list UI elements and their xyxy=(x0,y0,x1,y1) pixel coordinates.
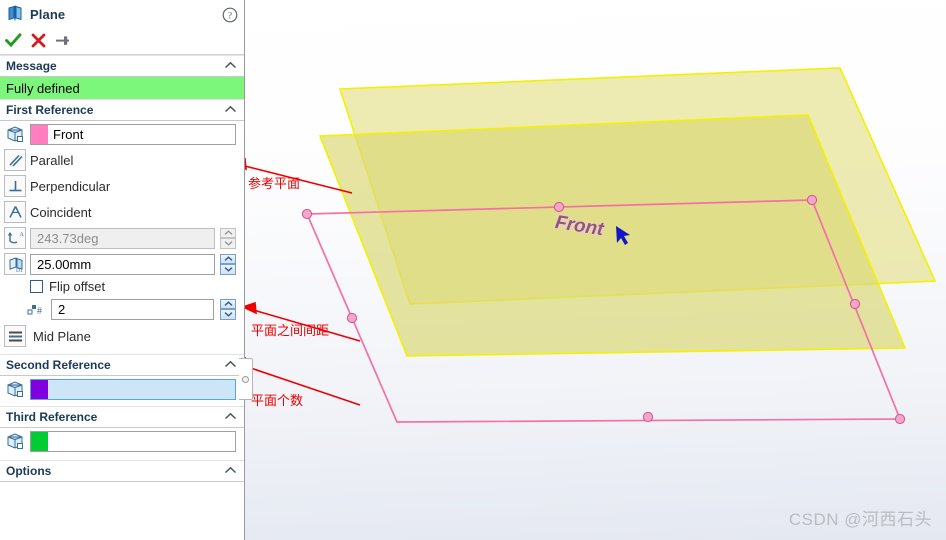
plane-count-input[interactable]: 2 xyxy=(51,298,214,320)
help-icon[interactable]: ? xyxy=(222,7,238,23)
first-reference-color-swatch xyxy=(31,124,48,144)
graphics-viewport[interactable]: Front CSDN @河西石头 xyxy=(245,0,946,540)
splitter-dot-icon xyxy=(242,375,249,383)
first-reference-select[interactable]: Front xyxy=(30,123,236,145)
angle-stepper-up[interactable] xyxy=(220,227,236,238)
angle-row: A 243.73deg xyxy=(0,225,244,251)
plane-count-stepper[interactable] xyxy=(220,298,236,320)
parallel-icon[interactable] xyxy=(4,149,26,171)
number-of-planes-icon: # xyxy=(26,298,46,320)
second-reference-select[interactable] xyxy=(30,378,236,400)
angle-icon: A xyxy=(4,227,26,249)
offset-plane-lower[interactable] xyxy=(318,114,907,357)
svg-text:A: A xyxy=(19,232,24,238)
offset-distance-icon: D1 xyxy=(4,253,26,275)
constraint-label-perpendicular: Perpendicular xyxy=(30,178,111,194)
section-title-first-reference: First Reference xyxy=(6,103,94,117)
flip-offset-checkbox[interactable] xyxy=(30,280,43,293)
section-title-third-reference: Third Reference xyxy=(6,410,98,424)
panel-splitter-handle[interactable] xyxy=(239,358,253,400)
plane-icon xyxy=(7,5,23,24)
svg-text:D1: D1 xyxy=(16,268,23,273)
svg-text:#: # xyxy=(37,306,42,317)
section-title-options: Options xyxy=(6,464,52,478)
property-manager-panel: Plane ? Message Fully defined First Refe… xyxy=(0,0,245,540)
svg-text:?: ? xyxy=(228,11,232,21)
third-reference-color-swatch xyxy=(31,431,48,451)
angle-input[interactable]: 243.73deg xyxy=(30,227,215,249)
constraint-row-coincident[interactable]: Coincident xyxy=(0,199,244,225)
annotation-plane-spacing: 平面之间间距 xyxy=(251,324,330,339)
annotation-arrows xyxy=(245,157,361,406)
mid-plane-row[interactable]: Mid Plane xyxy=(0,322,244,350)
third-reference-selection-row xyxy=(0,428,244,454)
offset-stepper-down[interactable] xyxy=(220,264,236,275)
constraint-label-parallel: Parallel xyxy=(30,152,74,168)
status-badge: Fully defined xyxy=(0,77,244,99)
annotation-reference-plane: 参考平面 xyxy=(248,177,301,192)
solidworks-plane-screen: Front CSDN @河西石头 参考平面 平面之间间距 平面个数 Plane … xyxy=(0,0,946,540)
constraint-row-perpendicular[interactable]: Perpendicular xyxy=(0,173,244,199)
plane-count-stepper-down[interactable] xyxy=(220,309,236,320)
section-header-third-reference[interactable]: Third Reference xyxy=(0,406,244,428)
perpendicular-icon[interactable] xyxy=(4,175,26,197)
pushpin-icon[interactable] xyxy=(55,33,72,51)
mid-plane-icon[interactable] xyxy=(4,325,26,347)
chevron-up-icon[interactable] xyxy=(224,410,237,424)
section-title-message: Message xyxy=(6,59,57,73)
plane-reference-icon xyxy=(4,378,26,400)
chevron-up-icon[interactable] xyxy=(224,103,237,117)
mid-plane-label: Mid Plane xyxy=(33,328,91,344)
first-reference-value: Front xyxy=(53,126,84,142)
section-header-second-reference[interactable]: Second Reference xyxy=(0,354,244,376)
panel-title-bar: Plane ? xyxy=(0,0,244,29)
second-reference-selection-row xyxy=(0,376,244,402)
flip-offset-label: Flip offset xyxy=(49,279,106,294)
viewport-canvas xyxy=(245,67,937,425)
section-title-second-reference: Second Reference xyxy=(6,358,111,372)
csdn-watermark: CSDN @河西石头 xyxy=(788,510,932,529)
annotation-plane-count: 平面个数 xyxy=(251,394,304,409)
offset-distance-input[interactable]: 25.00mm xyxy=(30,253,215,275)
page-title: Plane xyxy=(30,7,66,22)
green-check-icon[interactable] xyxy=(5,32,22,51)
chevron-up-icon[interactable] xyxy=(224,59,237,73)
plane-reference-icon xyxy=(4,123,26,145)
plane-count-stepper-up[interactable] xyxy=(220,298,236,309)
third-reference-select[interactable] xyxy=(30,430,236,452)
section-header-options[interactable]: Options xyxy=(0,460,244,482)
chevron-up-icon[interactable] xyxy=(224,464,237,478)
section-header-first-reference[interactable]: First Reference xyxy=(0,99,244,121)
angle-stepper[interactable] xyxy=(220,227,236,249)
offset-distance-row: D1 25.00mm xyxy=(0,251,244,277)
chevron-up-icon[interactable] xyxy=(224,358,237,372)
plane-count-row: # 2 xyxy=(0,296,244,322)
constraint-label-coincident: Coincident xyxy=(30,204,92,220)
plane-reference-icon xyxy=(4,430,26,452)
offset-stepper-up[interactable] xyxy=(220,253,236,264)
flip-offset-row[interactable]: Flip offset xyxy=(0,277,244,296)
panel-action-bar xyxy=(0,29,244,55)
first-reference-selection-row: Front xyxy=(0,121,244,147)
coincident-angle-icon[interactable] xyxy=(4,201,26,223)
second-reference-color-swatch xyxy=(31,379,48,399)
section-header-message[interactable]: Message xyxy=(0,55,244,77)
constraint-row-parallel[interactable]: Parallel xyxy=(0,147,244,173)
angle-stepper-down[interactable] xyxy=(220,238,236,249)
offset-stepper[interactable] xyxy=(220,253,236,275)
red-x-icon[interactable] xyxy=(31,33,46,51)
